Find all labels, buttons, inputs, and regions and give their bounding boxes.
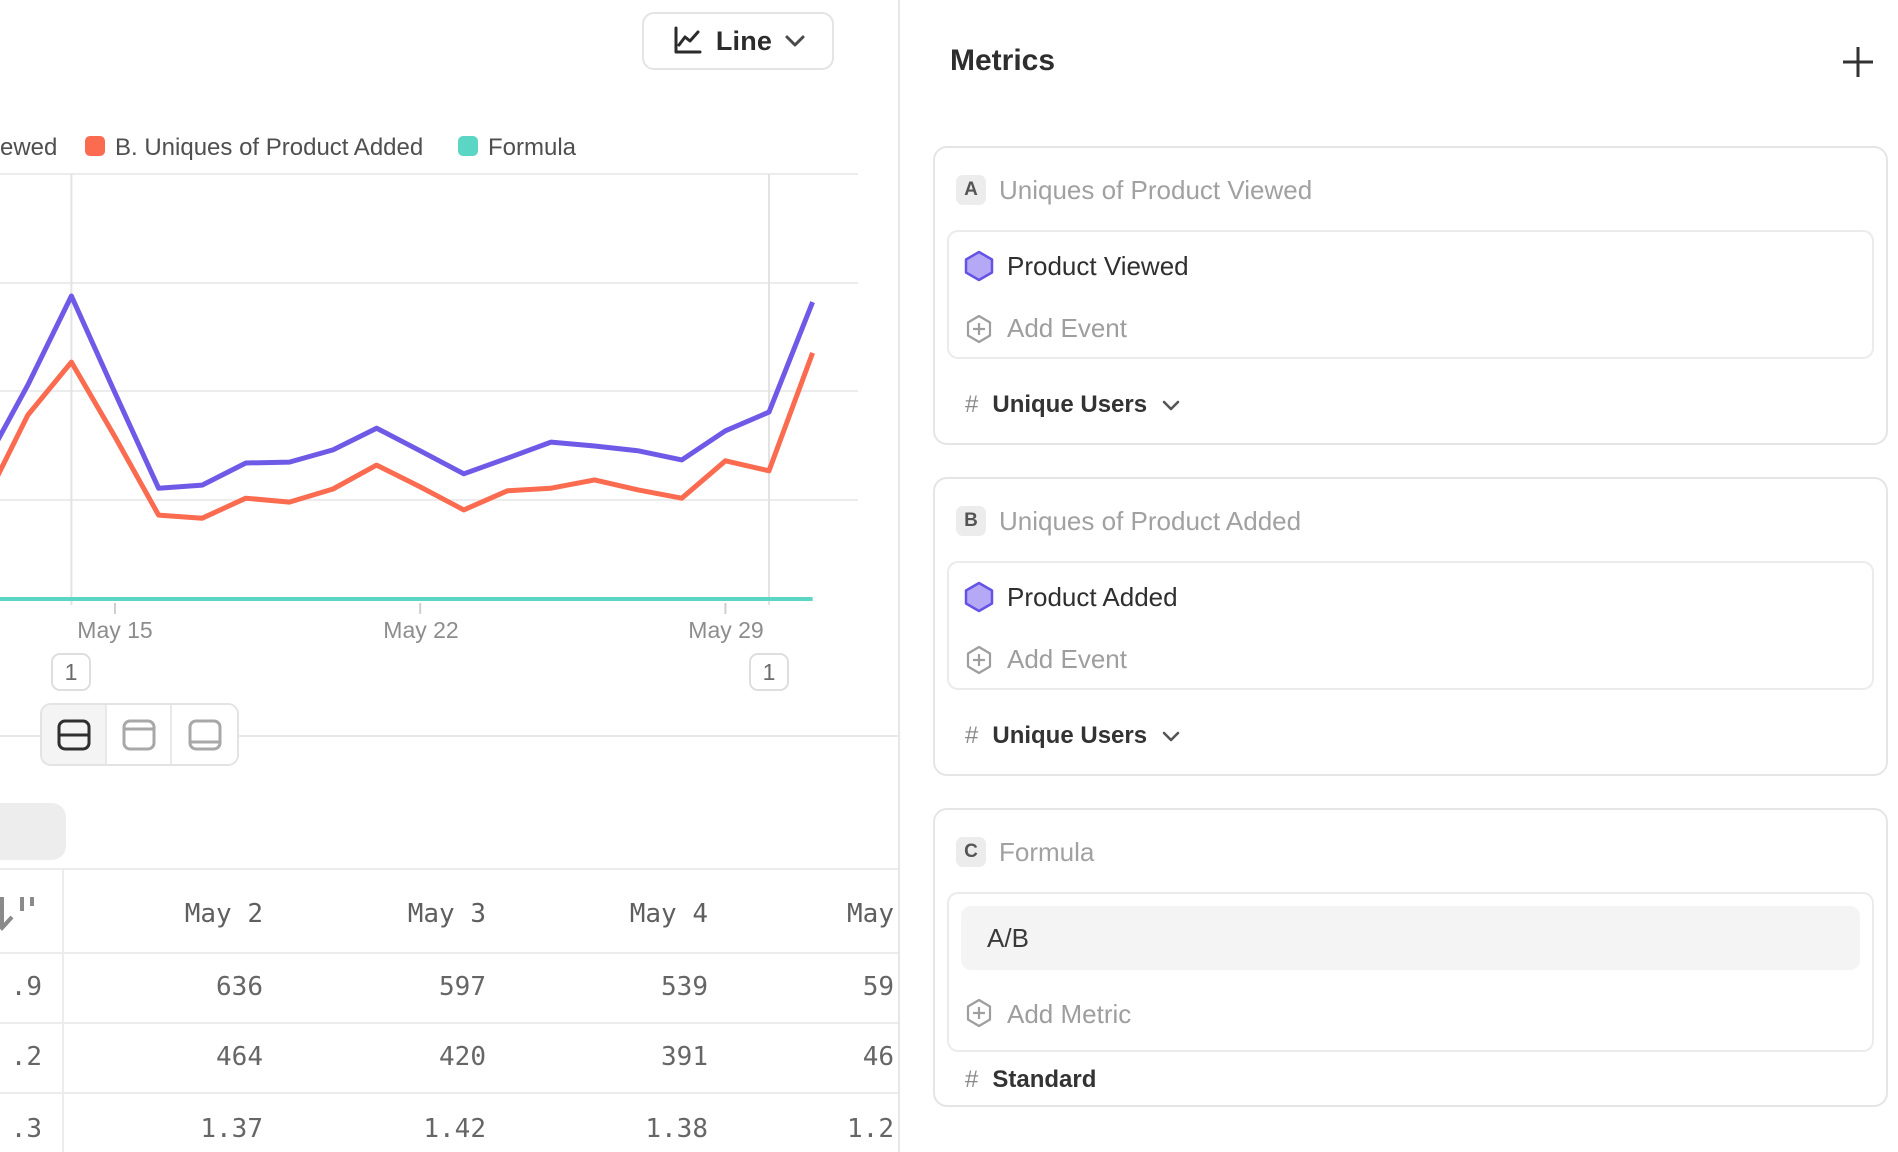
event-group: Product Viewed Add Event — [947, 230, 1874, 359]
event-name[interactable]: Product Added — [1007, 581, 1178, 613]
metric-letter-badge: A — [956, 175, 986, 205]
table-cell: 597 — [336, 972, 486, 1002]
x-axis-label-may22: May 22 — [361, 617, 481, 644]
sort-descending-icon[interactable] — [0, 893, 40, 935]
table-cell: 59 — [744, 972, 894, 1002]
table-cell: 1.42 — [336, 1114, 486, 1144]
formula-input[interactable]: A/B — [961, 906, 1860, 970]
table-row-label: .9 — [0, 972, 42, 1002]
x-axis-label-may15: May 15 — [55, 617, 175, 644]
table-header-may2[interactable]: May 2 — [113, 899, 263, 929]
table-cell: 1.2 — [744, 1114, 894, 1144]
panel-top-icon — [121, 718, 157, 752]
hash-icon: # — [965, 391, 978, 419]
table-cell: 636 — [113, 972, 263, 1002]
metric-card-title: Formula — [999, 837, 1094, 867]
table-cell: 420 — [336, 1042, 486, 1072]
table-cell: 1.38 — [558, 1114, 708, 1144]
series-line-b — [0, 353, 813, 518]
chevron-down-icon — [1161, 399, 1181, 412]
hash-icon: # — [965, 722, 978, 750]
chart-legend: ewed B. Uniques of Product Added Formula — [0, 134, 898, 160]
table-frozen-column-divider — [62, 868, 64, 1152]
annotation-badge-2[interactable]: 1 — [749, 653, 789, 691]
panel-divider — [898, 0, 900, 1152]
table-row-label: .3 — [0, 1114, 42, 1144]
event-name[interactable]: Product Viewed — [1007, 250, 1189, 282]
measure-selector[interactable]: # Unique Users — [965, 389, 1181, 421]
metric-letter-badge: B — [956, 506, 986, 536]
chart-type-button[interactable]: Line — [642, 12, 834, 70]
chart-type-label: Line — [716, 26, 772, 57]
chevron-down-icon — [1161, 730, 1181, 743]
layout-panel-bottom-button[interactable] — [172, 705, 237, 764]
metric-card-c: C Formula A/B Add Metric # Standard — [933, 808, 1888, 1107]
table-cell: 1.37 — [113, 1114, 263, 1144]
add-event-label[interactable]: Add Event — [1007, 643, 1127, 675]
table-row-separator — [0, 1092, 898, 1094]
measure-label: Unique Users — [992, 391, 1147, 419]
layout-split-rows-button[interactable] — [42, 705, 107, 764]
event-group: Product Added Add Event — [947, 561, 1874, 690]
legend-swatch-c — [458, 136, 478, 156]
table-border-top — [0, 868, 898, 870]
table-row-separator — [0, 1022, 898, 1024]
chevron-down-icon — [784, 34, 806, 48]
layout-toggle — [40, 703, 239, 766]
table-row-separator — [0, 952, 898, 954]
add-event-label[interactable]: Add Event — [1007, 312, 1127, 344]
layout-panel-top-button[interactable] — [107, 705, 172, 764]
line-chart-icon — [670, 24, 704, 58]
panel-bottom-icon — [187, 718, 223, 752]
event-hexagon-icon — [963, 581, 995, 613]
table-row-label: .2 — [0, 1042, 42, 1072]
legend-item-b-label[interactable]: B. Uniques of Product Added — [115, 134, 423, 162]
event-hexagon-icon — [963, 250, 995, 282]
table-cell: 391 — [558, 1042, 708, 1072]
add-metric-plus-icon[interactable] — [1840, 44, 1876, 80]
split-rows-icon — [56, 718, 92, 752]
metrics-panel-title: Metrics — [950, 44, 1055, 78]
metric-card-title: Uniques of Product Viewed — [999, 175, 1312, 205]
metric-letter-badge: C — [956, 837, 986, 867]
metric-card-title: Uniques of Product Added — [999, 506, 1301, 536]
table-corner-tab[interactable] — [0, 803, 66, 860]
table-cell: 464 — [113, 1042, 263, 1072]
table-cell: 46 — [744, 1042, 894, 1072]
formula-group: A/B Add Metric — [947, 892, 1874, 1052]
add-event-icon[interactable] — [965, 314, 993, 344]
metric-card-a: A Uniques of Product Viewed Product View… — [933, 146, 1888, 445]
table-header-may5[interactable]: May — [744, 899, 894, 929]
measure-selector[interactable]: # Unique Users — [965, 720, 1181, 752]
x-axis-label-may29: May 29 — [666, 617, 786, 644]
annotation-badge-1[interactable]: 1 — [51, 653, 91, 691]
legend-item-a-label[interactable]: ewed — [0, 134, 56, 162]
add-event-icon[interactable] — [965, 645, 993, 675]
table-cell: 539 — [558, 972, 708, 1002]
add-metric-icon[interactable] — [965, 998, 993, 1028]
analytics-screen: Line ewed B. Uniques of Product Added Fo… — [0, 0, 1898, 1152]
legend-swatch-b — [85, 136, 105, 156]
hash-icon: # — [965, 1066, 978, 1094]
measure-label: Unique Users — [992, 722, 1147, 750]
measure-selector[interactable]: # Standard — [965, 1064, 1096, 1096]
legend-item-c-label[interactable]: Formula — [488, 134, 576, 162]
table-header-may3[interactable]: May 3 — [336, 899, 486, 929]
add-metric-label[interactable]: Add Metric — [1007, 998, 1131, 1030]
series-line-a — [0, 296, 813, 488]
measure-label: Standard — [992, 1066, 1096, 1094]
metric-card-b: B Uniques of Product Added Product Added… — [933, 477, 1888, 776]
table-header-may4[interactable]: May 4 — [558, 899, 708, 929]
